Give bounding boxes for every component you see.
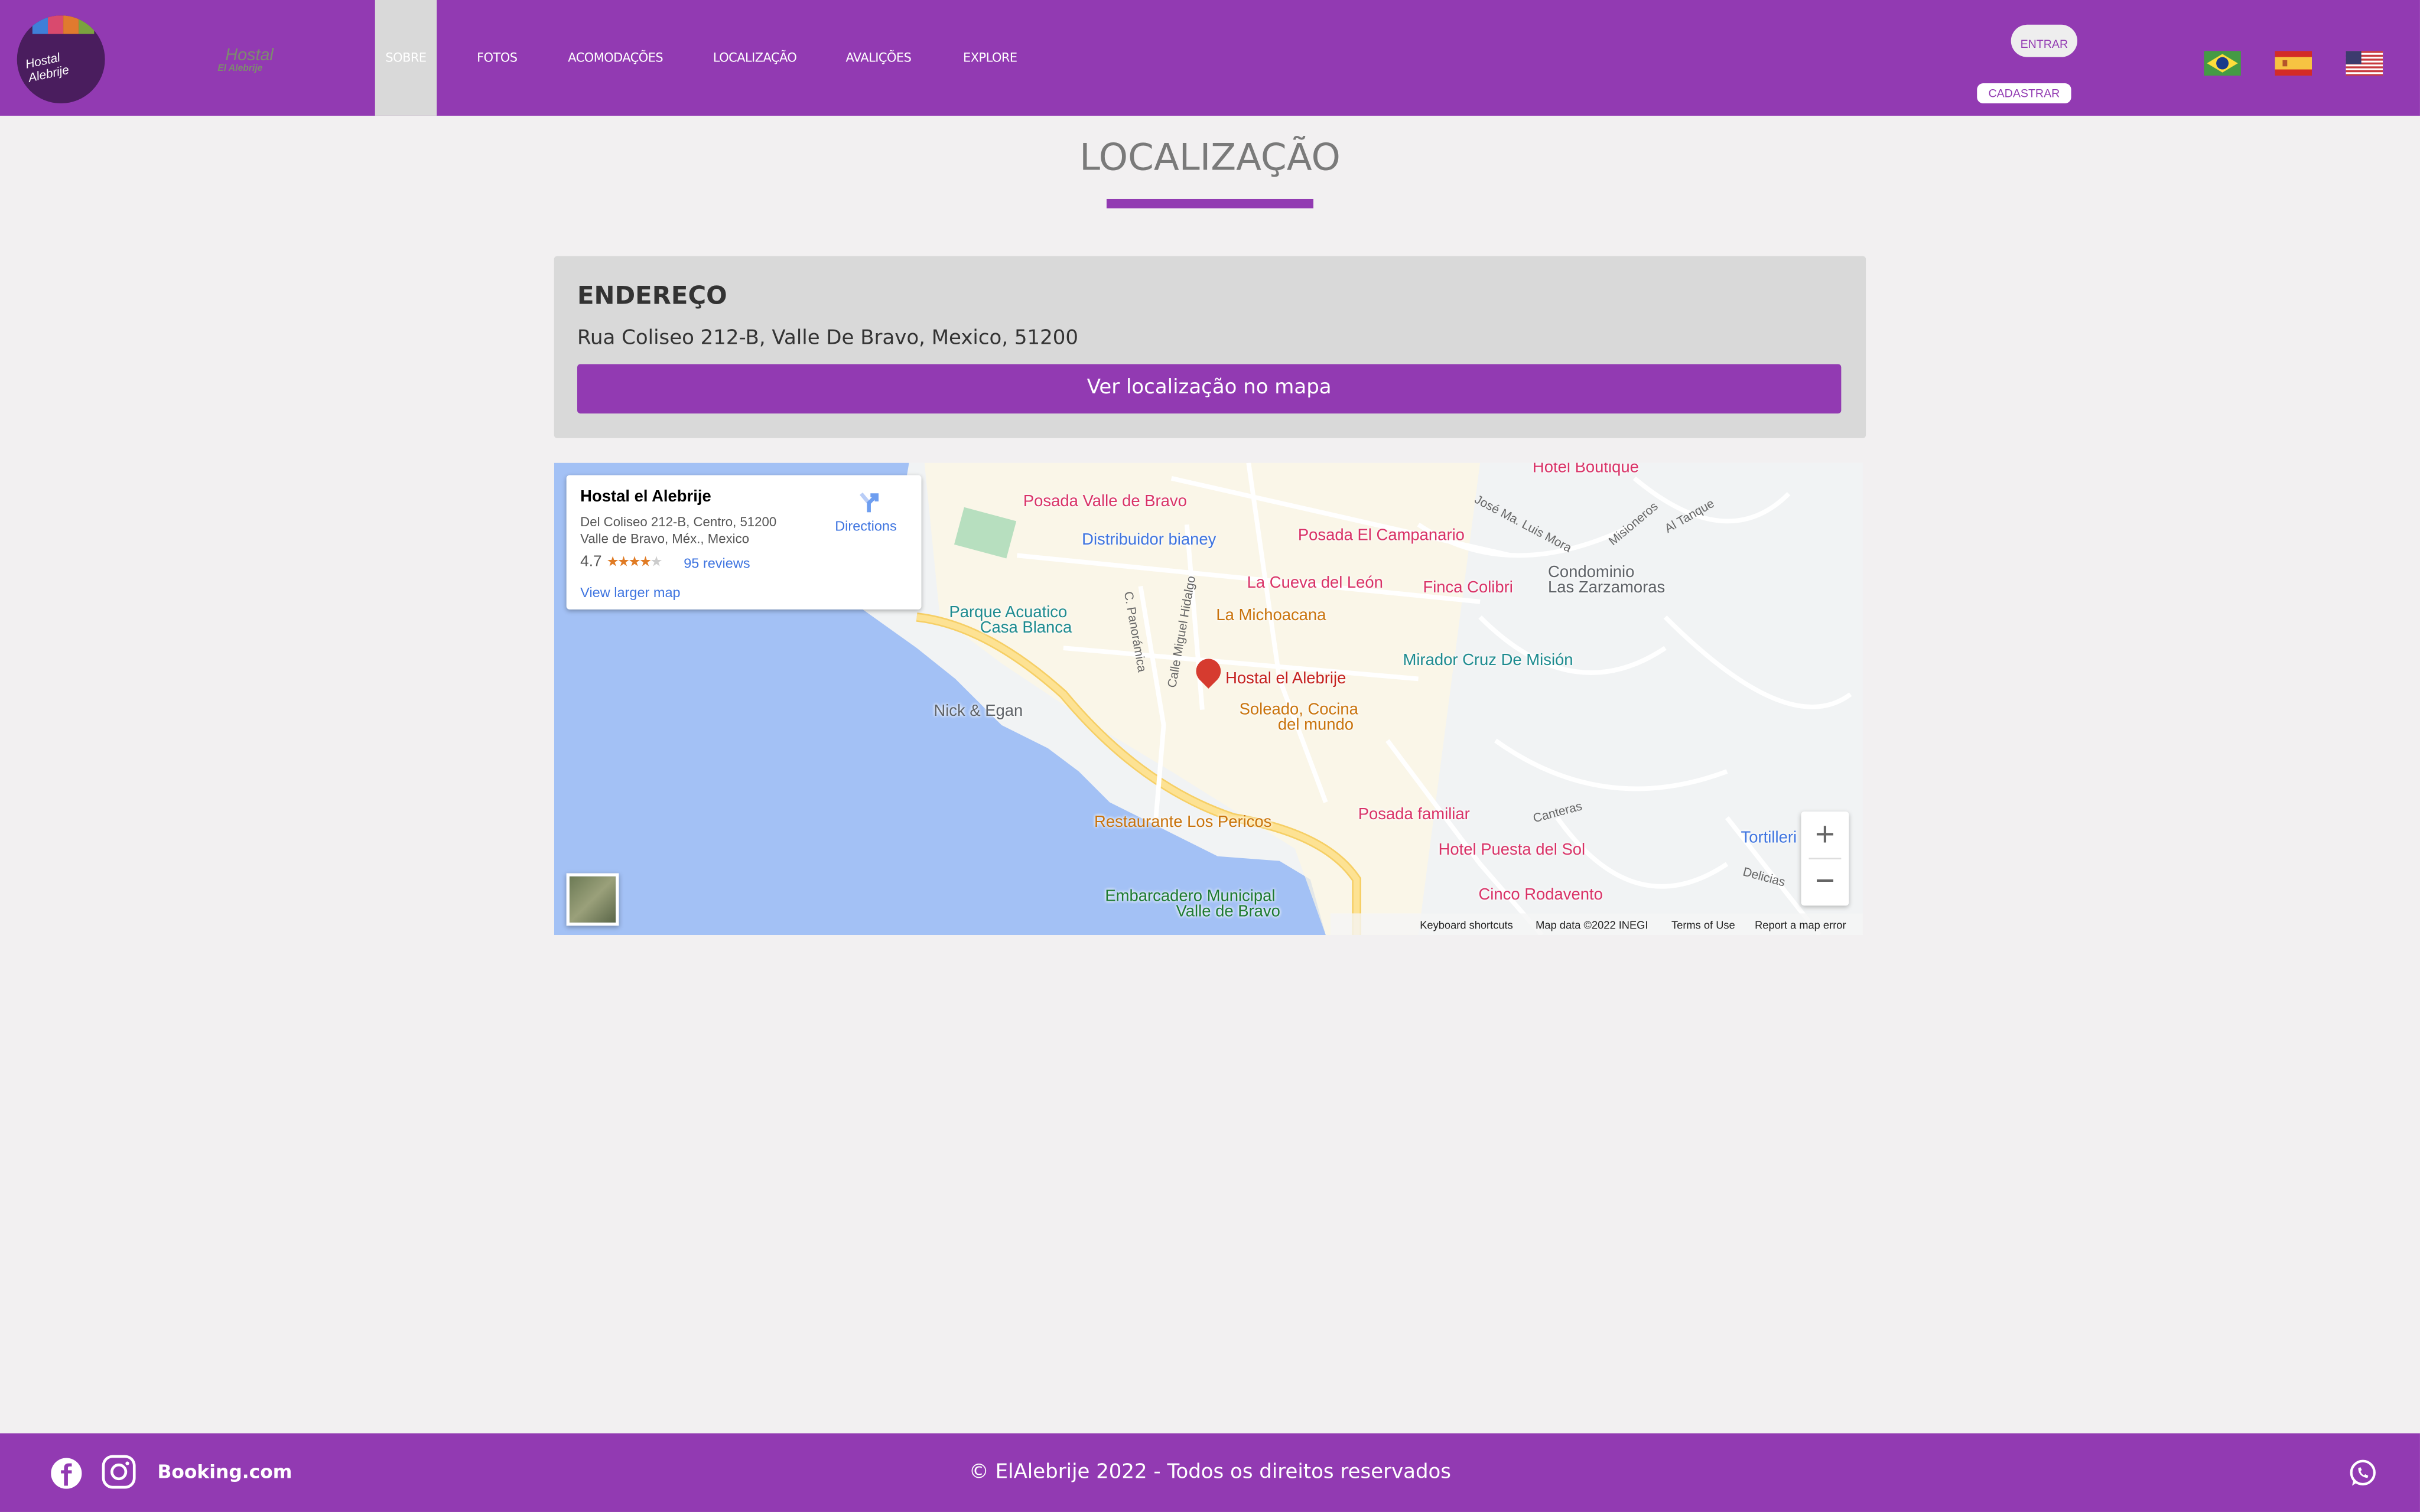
map-place[interactable]: Tortilleri	[1741, 830, 1797, 846]
address-heading: ENDEREÇO	[577, 281, 727, 311]
map-place[interactable]: Hotel Boutique	[1533, 463, 1639, 476]
map-place[interactable]: del mundo	[1278, 717, 1354, 733]
zoom-control: + −	[1801, 812, 1849, 906]
map-place[interactable]: Valle de Bravo	[1176, 904, 1280, 920]
map-data-text: Map data ©2022 INEGI	[1536, 921, 1648, 932]
reviews-link[interactable]: 95 reviews	[684, 555, 750, 571]
usa-flag-icon[interactable]	[2346, 51, 2383, 76]
login-button[interactable]: ENTRAR	[2011, 24, 2078, 57]
directions-icon[interactable]	[858, 492, 880, 514]
copyright-text: © ElAlebrije 2022 - Todos os direitos re…	[968, 1461, 1451, 1484]
brazil-flag-icon[interactable]	[2204, 51, 2241, 76]
map-place[interactable]: Condominio	[1548, 564, 1634, 580]
view-larger-map-link[interactable]: View larger map	[580, 585, 680, 600]
map-place[interactable]: Finca Colibri	[1423, 580, 1512, 596]
view-on-map-button[interactable]: Ver localização no mapa	[577, 364, 1842, 414]
signup-button[interactable]: CADASTRAR	[1977, 83, 2071, 104]
brand-name: Hostal	[225, 46, 274, 65]
terms-link[interactable]: Terms of Use	[1671, 921, 1735, 931]
map-place[interactable]: Soleado, Cocina	[1240, 702, 1358, 718]
map-place[interactable]: Casa Blanca	[980, 620, 1072, 636]
map-place[interactable]: Distribuidor bianey	[1082, 532, 1216, 548]
map-place[interactable]: Posada El Campanario	[1298, 527, 1465, 543]
satellite-toggle-button[interactable]	[566, 873, 619, 926]
logo-text: Hostal Alebrije	[24, 50, 70, 85]
top-navbar: Hostal Alebrije Hostal El Alebrije SOBRE…	[0, 0, 2420, 116]
nav-avaliacoes[interactable]: AVALIÇÕES	[845, 0, 911, 116]
nav-fotos[interactable]: FOTOS	[477, 0, 518, 116]
map-place[interactable]: Nick & Egan	[933, 703, 1023, 719]
map-place[interactable]: Las Zarzamoras	[1548, 580, 1665, 596]
map-place[interactable]: Embarcadero Municipal	[1105, 888, 1275, 904]
map-place[interactable]: Cinco Rodavento	[1478, 887, 1602, 902]
rating-value: 4.7	[580, 553, 602, 571]
place-address: Del Coliseo 212-B, Centro, 51200 Valle de…	[580, 513, 777, 546]
embedded-map[interactable]: Posada Valle de Bravo Posada El Campanar…	[554, 462, 1863, 935]
map-place[interactable]: Posada familiar	[1358, 807, 1470, 823]
nav-explore[interactable]: EXPLORE	[963, 0, 1017, 116]
map-place[interactable]: Hotel Puesta del Sol	[1439, 842, 1586, 858]
address-text: Rua Coliseo 212-B, Valle De Bravo, Mexic…	[577, 327, 1078, 350]
place-info-card: Hostal el Alebrije Del Coliseo 212-B, Ce…	[566, 475, 922, 610]
page-title: LOCALIZAÇÃO	[1079, 135, 1341, 180]
map-place[interactable]: La Cueva del León	[1247, 575, 1383, 591]
nav-localizacao[interactable]: LOCALIZAÇÃO	[713, 0, 797, 116]
brand-subname: El Alebrije	[217, 64, 263, 74]
keyboard-shortcuts-link[interactable]: Keyboard shortcuts	[1420, 921, 1513, 931]
map-place[interactable]: Parque Acuatico	[949, 604, 1068, 620]
map-place-main[interactable]: Hostal el Alebrije	[1225, 671, 1346, 687]
title-underline	[1106, 198, 1313, 208]
map-place[interactable]: Posada Valle de Bravo	[1023, 493, 1187, 509]
map-place[interactable]: Mirador Cruz De Misión	[1403, 652, 1573, 668]
zoom-out-button[interactable]: −	[1801, 859, 1849, 905]
directions-link[interactable]: Directions	[835, 519, 897, 534]
map-place[interactable]: Restaurante Los Pericos	[1094, 814, 1271, 830]
place-name: Hostal el Alebrije	[580, 487, 711, 506]
hostal-logo[interactable]: Hostal Alebrije	[17, 15, 105, 104]
spain-flag-icon[interactable]	[2275, 51, 2312, 76]
rating-stars-icon: ★★★★★	[606, 553, 663, 569]
address-card: ENDEREÇO Rua Coliseo 212-B, Valle De Bra…	[554, 256, 1866, 438]
nav-sobre[interactable]: SOBRE	[375, 0, 437, 116]
nav-acomodacoes[interactable]: ACOMODAÇÕES	[568, 0, 663, 116]
zoom-in-button[interactable]: +	[1801, 812, 1849, 858]
report-error-link[interactable]: Report a map error	[1755, 921, 1846, 931]
map-place[interactable]: La Michoacana	[1216, 608, 1326, 624]
